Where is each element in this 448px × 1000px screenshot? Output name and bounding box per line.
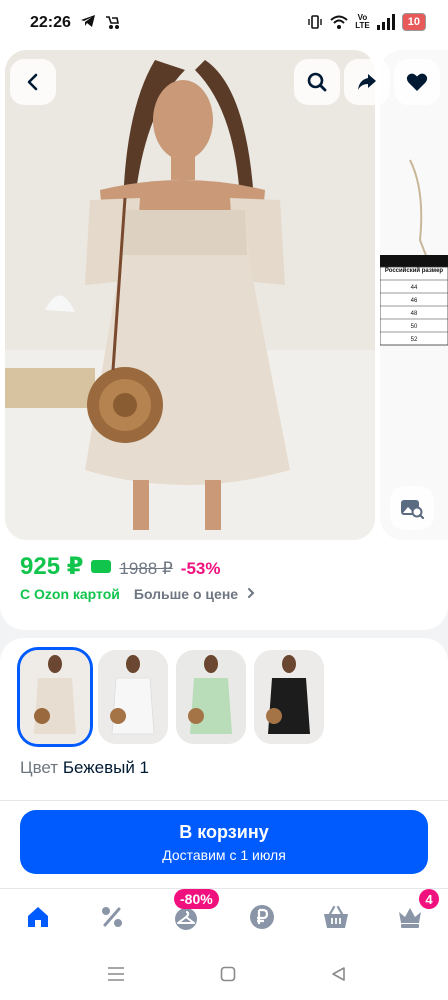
- triangle-back-icon: [332, 967, 345, 981]
- color-thumb-white[interactable]: [98, 650, 168, 744]
- ruble-icon: [250, 905, 274, 929]
- share-button[interactable]: [344, 59, 390, 105]
- crown-profile-icon: [399, 908, 421, 928]
- color-thumb-mint[interactable]: [176, 650, 246, 744]
- telegram-icon: [81, 15, 95, 27]
- card-icon: [91, 560, 112, 573]
- wifi-icon: [330, 15, 348, 29]
- more-about-price-link[interactable]: Больше о цене: [134, 586, 256, 602]
- chevron-left-icon: [27, 73, 38, 91]
- cart-count-badge: 4: [419, 889, 439, 909]
- nav-cart[interactable]: [320, 901, 352, 933]
- heart-icon: [406, 73, 428, 91]
- square-icon: [220, 966, 236, 982]
- basket-icon: [324, 905, 348, 928]
- thumb-image: [176, 650, 246, 744]
- back-system-button[interactable]: [328, 964, 348, 984]
- color-thumbnails: [20, 650, 324, 744]
- product-photo[interactable]: [5, 50, 375, 540]
- search-button[interactable]: [294, 59, 340, 105]
- delivery-date-label: Доставим с 1 июля: [162, 846, 286, 863]
- back-button[interactable]: [10, 59, 56, 105]
- favorite-button[interactable]: [394, 59, 440, 105]
- status-bar: 22:26 Vo LTE 10: [0, 0, 448, 46]
- sale-badge: -80%: [174, 889, 219, 909]
- more-about-price-label: Больше о цене: [133, 586, 239, 602]
- nav-home[interactable]: [22, 901, 54, 933]
- recent-apps-button[interactable]: [106, 964, 126, 984]
- color-line: Цвет Бежевый 1: [20, 758, 149, 778]
- signal-icon: [376, 14, 395, 30]
- size-row: 44: [410, 285, 418, 291]
- add-to-cart-label: В корзину: [179, 821, 269, 842]
- size-row: 48: [410, 311, 418, 317]
- size-table-values: 44 46 48 50 52: [380, 282, 448, 347]
- add-to-cart-button[interactable]: В корзину Доставим с 1 июля: [20, 810, 428, 874]
- discount-badge: -53%: [180, 559, 221, 578]
- chevron-right-icon: [247, 588, 255, 598]
- nav-discounts[interactable]: [96, 901, 128, 933]
- system-nav-bar: [0, 948, 448, 1000]
- thumb-image: [254, 650, 324, 744]
- size-row: 52: [410, 337, 418, 343]
- variants-panel: Цвет Бежевый 1 В корзину Доставим с 1 ию…: [0, 638, 448, 888]
- menu-lines-icon: [108, 967, 124, 981]
- divider: [0, 800, 448, 801]
- thumb-image: [98, 650, 168, 744]
- visual-search-button[interactable]: [390, 486, 434, 530]
- home-icon: [28, 907, 48, 927]
- product-gallery[interactable]: Российский размер 44 46 48 50 52: [0, 46, 448, 630]
- size-row: 50: [410, 324, 418, 330]
- stroller-icon: [106, 16, 119, 29]
- image-search-icon: [401, 500, 424, 519]
- share-icon: [358, 74, 376, 90]
- percent-icon: [102, 907, 122, 927]
- color-label: Цвет: [20, 758, 59, 777]
- vibrate-icon: [308, 15, 322, 29]
- color-thumb-black[interactable]: [254, 650, 324, 744]
- old-price: 1988 ₽: [119, 559, 173, 578]
- current-price: 925 ₽: [20, 553, 84, 580]
- next-photo-size-chart[interactable]: Российский размер 44 46 48 50 52: [380, 50, 448, 540]
- status-right-icons: Vo LTE 10: [307, 13, 426, 31]
- dress-photo-illustration: [5, 50, 375, 540]
- home-button[interactable]: [218, 964, 238, 984]
- bottom-nav: -80% 4: [0, 888, 448, 948]
- price-row: 925 ₽ 1988 ₽ -53%: [20, 552, 220, 581]
- lte-indicator: Vo LTE: [355, 13, 370, 30]
- size-table-title: Российский размер: [384, 268, 444, 274]
- battery-indicator: 10: [401, 13, 426, 31]
- ozon-card-label[interactable]: С Ozon картой: [20, 586, 120, 602]
- size-row: 46: [410, 298, 418, 304]
- color-thumb-beige[interactable]: [20, 650, 90, 744]
- status-left-icons: [80, 14, 120, 30]
- search-icon: [307, 72, 327, 92]
- color-value: Бежевый 1: [62, 758, 149, 777]
- thumb-image: [20, 650, 90, 744]
- nav-ozon-bank[interactable]: [246, 901, 278, 933]
- price-sub-row: С Ozon картой Больше о цене: [20, 586, 256, 602]
- status-time: 22:26: [30, 14, 71, 31]
